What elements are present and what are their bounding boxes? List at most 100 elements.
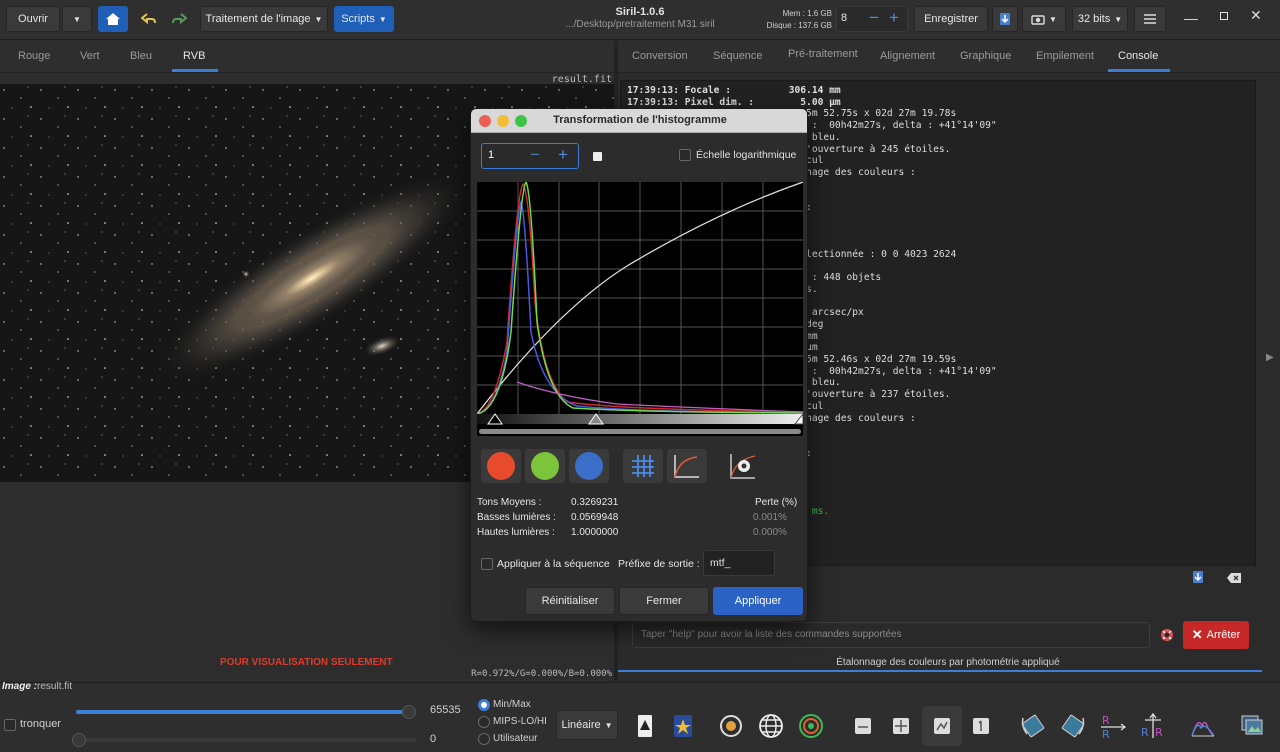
slider-handle[interactable] (402, 705, 416, 719)
thread-count-stepper[interactable]: 8 − + (836, 6, 908, 32)
zoom-toggle-checkbox[interactable] (593, 152, 602, 161)
hamburger-icon (1144, 14, 1156, 24)
tab-red[interactable]: Rouge (18, 50, 50, 62)
minus-icon[interactable]: − (869, 8, 879, 28)
min-slider[interactable] (72, 733, 416, 747)
highlights-label: Hautes lumières : (477, 527, 555, 538)
tab-console[interactable]: Console (1118, 50, 1158, 62)
red-channel-button[interactable] (481, 449, 521, 483)
plus-icon[interactable]: + (889, 8, 899, 28)
stop-button[interactable]: ✕ Arrêter (1183, 621, 1249, 649)
negative-view-button[interactable] (630, 711, 660, 741)
clear-log-button[interactable] (1226, 572, 1242, 584)
minus-icon[interactable]: − (530, 145, 540, 165)
command-input[interactable]: Taper "help" pour avoir la liste des com… (632, 622, 1150, 648)
display-mode-3-button[interactable] (922, 706, 962, 746)
minimize-button[interactable]: — (1184, 10, 1198, 26)
min-value: 0 (430, 733, 437, 745)
right-tabs: Conversion Séquence Pré-traitement Align… (618, 41, 1280, 73)
prefix-label: Préfixe de sortie : (618, 558, 700, 570)
window-subtitle: .../Desktop/pretraitement M31 siril (565, 19, 715, 30)
open-button[interactable]: Ouvrir (6, 6, 60, 32)
scripts-menu[interactable]: Scripts ▼ (334, 6, 394, 32)
crop-label: tronquer (20, 718, 61, 730)
blue-channel-button[interactable] (569, 449, 609, 483)
grid-toggle-button[interactable] (623, 449, 663, 483)
save-as-button[interactable] (992, 6, 1018, 32)
home-button[interactable] (98, 6, 128, 32)
svg-text:R: R (1102, 714, 1110, 727)
save-button[interactable]: Enregistrer (914, 6, 988, 32)
display-mode-1-button[interactable] (848, 711, 878, 741)
bit-depth-label: 32 bits (1077, 13, 1111, 25)
scale-select[interactable]: Linéaire ▼ (556, 710, 618, 740)
display-mode-4-button[interactable] (966, 711, 996, 741)
log-scale-checkbox[interactable] (679, 149, 691, 161)
histogram-button[interactable] (1188, 711, 1218, 741)
close-button[interactable]: Fermer (619, 587, 709, 615)
display-mode-2-button[interactable] (886, 711, 916, 741)
undo-button[interactable] (134, 6, 164, 32)
green-circle-icon (531, 452, 559, 480)
histogram-plot[interactable] (477, 182, 803, 436)
green-channel-button[interactable] (525, 449, 565, 483)
tab-plot[interactable]: Graphique (960, 50, 1011, 62)
mirror-y-button[interactable]: RR (1138, 711, 1168, 741)
max-slider[interactable] (76, 705, 416, 719)
astrometry-button[interactable] (756, 711, 786, 741)
apply-sequence-checkbox[interactable] (481, 558, 493, 570)
image-label: Image : (2, 681, 38, 692)
plus-icon[interactable]: + (558, 145, 568, 165)
close-window-button[interactable]: ✕ (1250, 7, 1262, 24)
radio-mips[interactable] (478, 716, 490, 728)
negative-icon (638, 715, 652, 737)
apply-button[interactable]: Appliquer (713, 587, 803, 615)
bit-depth-menu[interactable]: 32 bits ▼ (1072, 6, 1128, 32)
maximize-button[interactable] (1220, 12, 1228, 20)
tab-rgb[interactable]: RVB (183, 50, 205, 62)
auto-stretch-button[interactable] (723, 449, 763, 483)
curve-toggle-button[interactable] (667, 449, 707, 483)
tab-blue[interactable]: Bleu (130, 50, 152, 62)
crop-checkbox[interactable] (4, 719, 16, 731)
prefix-input[interactable]: mtf_ (703, 550, 775, 576)
radio-user[interactable] (478, 733, 490, 745)
clear-command-button[interactable] (1158, 626, 1176, 644)
apply-sequence-label: Appliquer à la séquence (497, 558, 610, 570)
apply-label: Appliquer (734, 595, 782, 607)
radio-mips-label: MIPS-LO/HI (493, 716, 547, 727)
target-button[interactable] (796, 711, 826, 741)
shadows-value: 0.0569948 (571, 512, 619, 523)
rotate-left-button[interactable] (1018, 711, 1048, 741)
main-menu-button[interactable] (1134, 6, 1166, 32)
redo-button[interactable] (164, 6, 194, 32)
radio-user-label: Utilisateur (493, 733, 538, 744)
tab-registration[interactable]: Alignement (880, 50, 935, 62)
tab-preprocessing[interactable]: Pré-traitement (788, 48, 858, 60)
photometry-button[interactable] (716, 711, 746, 741)
slider-handle[interactable] (72, 733, 86, 747)
radio-minmax[interactable] (478, 699, 490, 711)
reset-button[interactable]: Réinitialiser (525, 587, 615, 615)
tab-stacking[interactable]: Empilement (1036, 50, 1094, 62)
svg-text:R: R (1102, 728, 1110, 740)
color-map-button[interactable] (668, 711, 698, 741)
tab-green[interactable]: Vert (80, 50, 100, 62)
snapshot-button[interactable]: ▼ (1022, 6, 1066, 32)
rotate-left-icon (1021, 714, 1045, 738)
right-edge-handle[interactable]: ▶ (1266, 352, 1274, 363)
open-menu-button[interactable]: ▼ (62, 6, 92, 32)
save-log-button[interactable] (1192, 570, 1206, 584)
open-label: Ouvrir (18, 13, 48, 25)
image-processing-menu[interactable]: Traitement de l'image ▼ (200, 6, 328, 32)
mirror-y-icon: RR (1141, 712, 1163, 739)
clear-icon (1227, 573, 1241, 583)
home-icon (106, 13, 120, 25)
zoom-stepper[interactable]: 1 − + (481, 143, 579, 169)
mirror-x-button[interactable]: RR (1098, 711, 1128, 741)
tab-conversion[interactable]: Conversion (632, 50, 688, 62)
image-list-button[interactable] (1238, 711, 1268, 741)
star-icon (674, 715, 692, 737)
rotate-right-button[interactable] (1058, 711, 1088, 741)
tab-sequence[interactable]: Séquence (713, 50, 763, 62)
